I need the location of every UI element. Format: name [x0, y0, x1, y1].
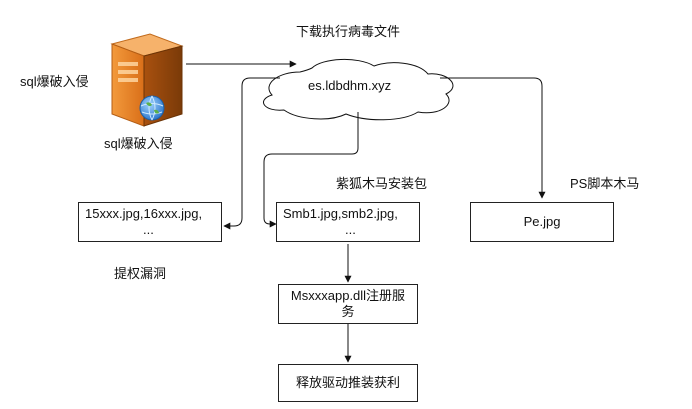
arrow-cloud-to-right	[440, 77, 546, 199]
cloud-host-label: es.ldbdhm.xyz	[308, 78, 392, 93]
left-file-line1: 15xxx.jpg,16xxx.jpg,	[85, 206, 203, 221]
left-file-line2: ...	[143, 222, 154, 237]
middle-file-line2: ...	[345, 222, 356, 237]
middle-file-line1: Smb1.jpg,smb2.jpg,	[283, 206, 398, 221]
dll-service-label: Msxxxapp.dll注册服务	[290, 288, 406, 319]
driver-install-box: 释放驱动推装获利	[278, 364, 418, 402]
server-icon	[110, 33, 184, 127]
top-label: 下载执行病毒文件	[296, 24, 401, 39]
pe-file-box: Pe.jpg	[470, 202, 614, 242]
right-caption: PS脚本木马	[570, 176, 640, 191]
middle-caption: 紫狐木马安装包	[336, 176, 428, 191]
pe-file-label: Pe.jpg	[523, 214, 561, 229]
driver-install-label: 释放驱动推装获利	[295, 375, 400, 390]
server-bottom-label: sql爆破入侵	[104, 136, 173, 151]
dll-service-box: Msxxxapp.dll注册服务	[278, 284, 418, 324]
globe-icon	[139, 95, 165, 121]
middle-file-box: Smb1.jpg,smb2.jpg, ...	[276, 202, 420, 242]
left-caption: 提权漏洞	[114, 266, 167, 281]
server-side-label: sql爆破入侵	[20, 74, 89, 89]
left-file-box: 15xxx.jpg,16xxx.jpg, ...	[78, 202, 222, 242]
